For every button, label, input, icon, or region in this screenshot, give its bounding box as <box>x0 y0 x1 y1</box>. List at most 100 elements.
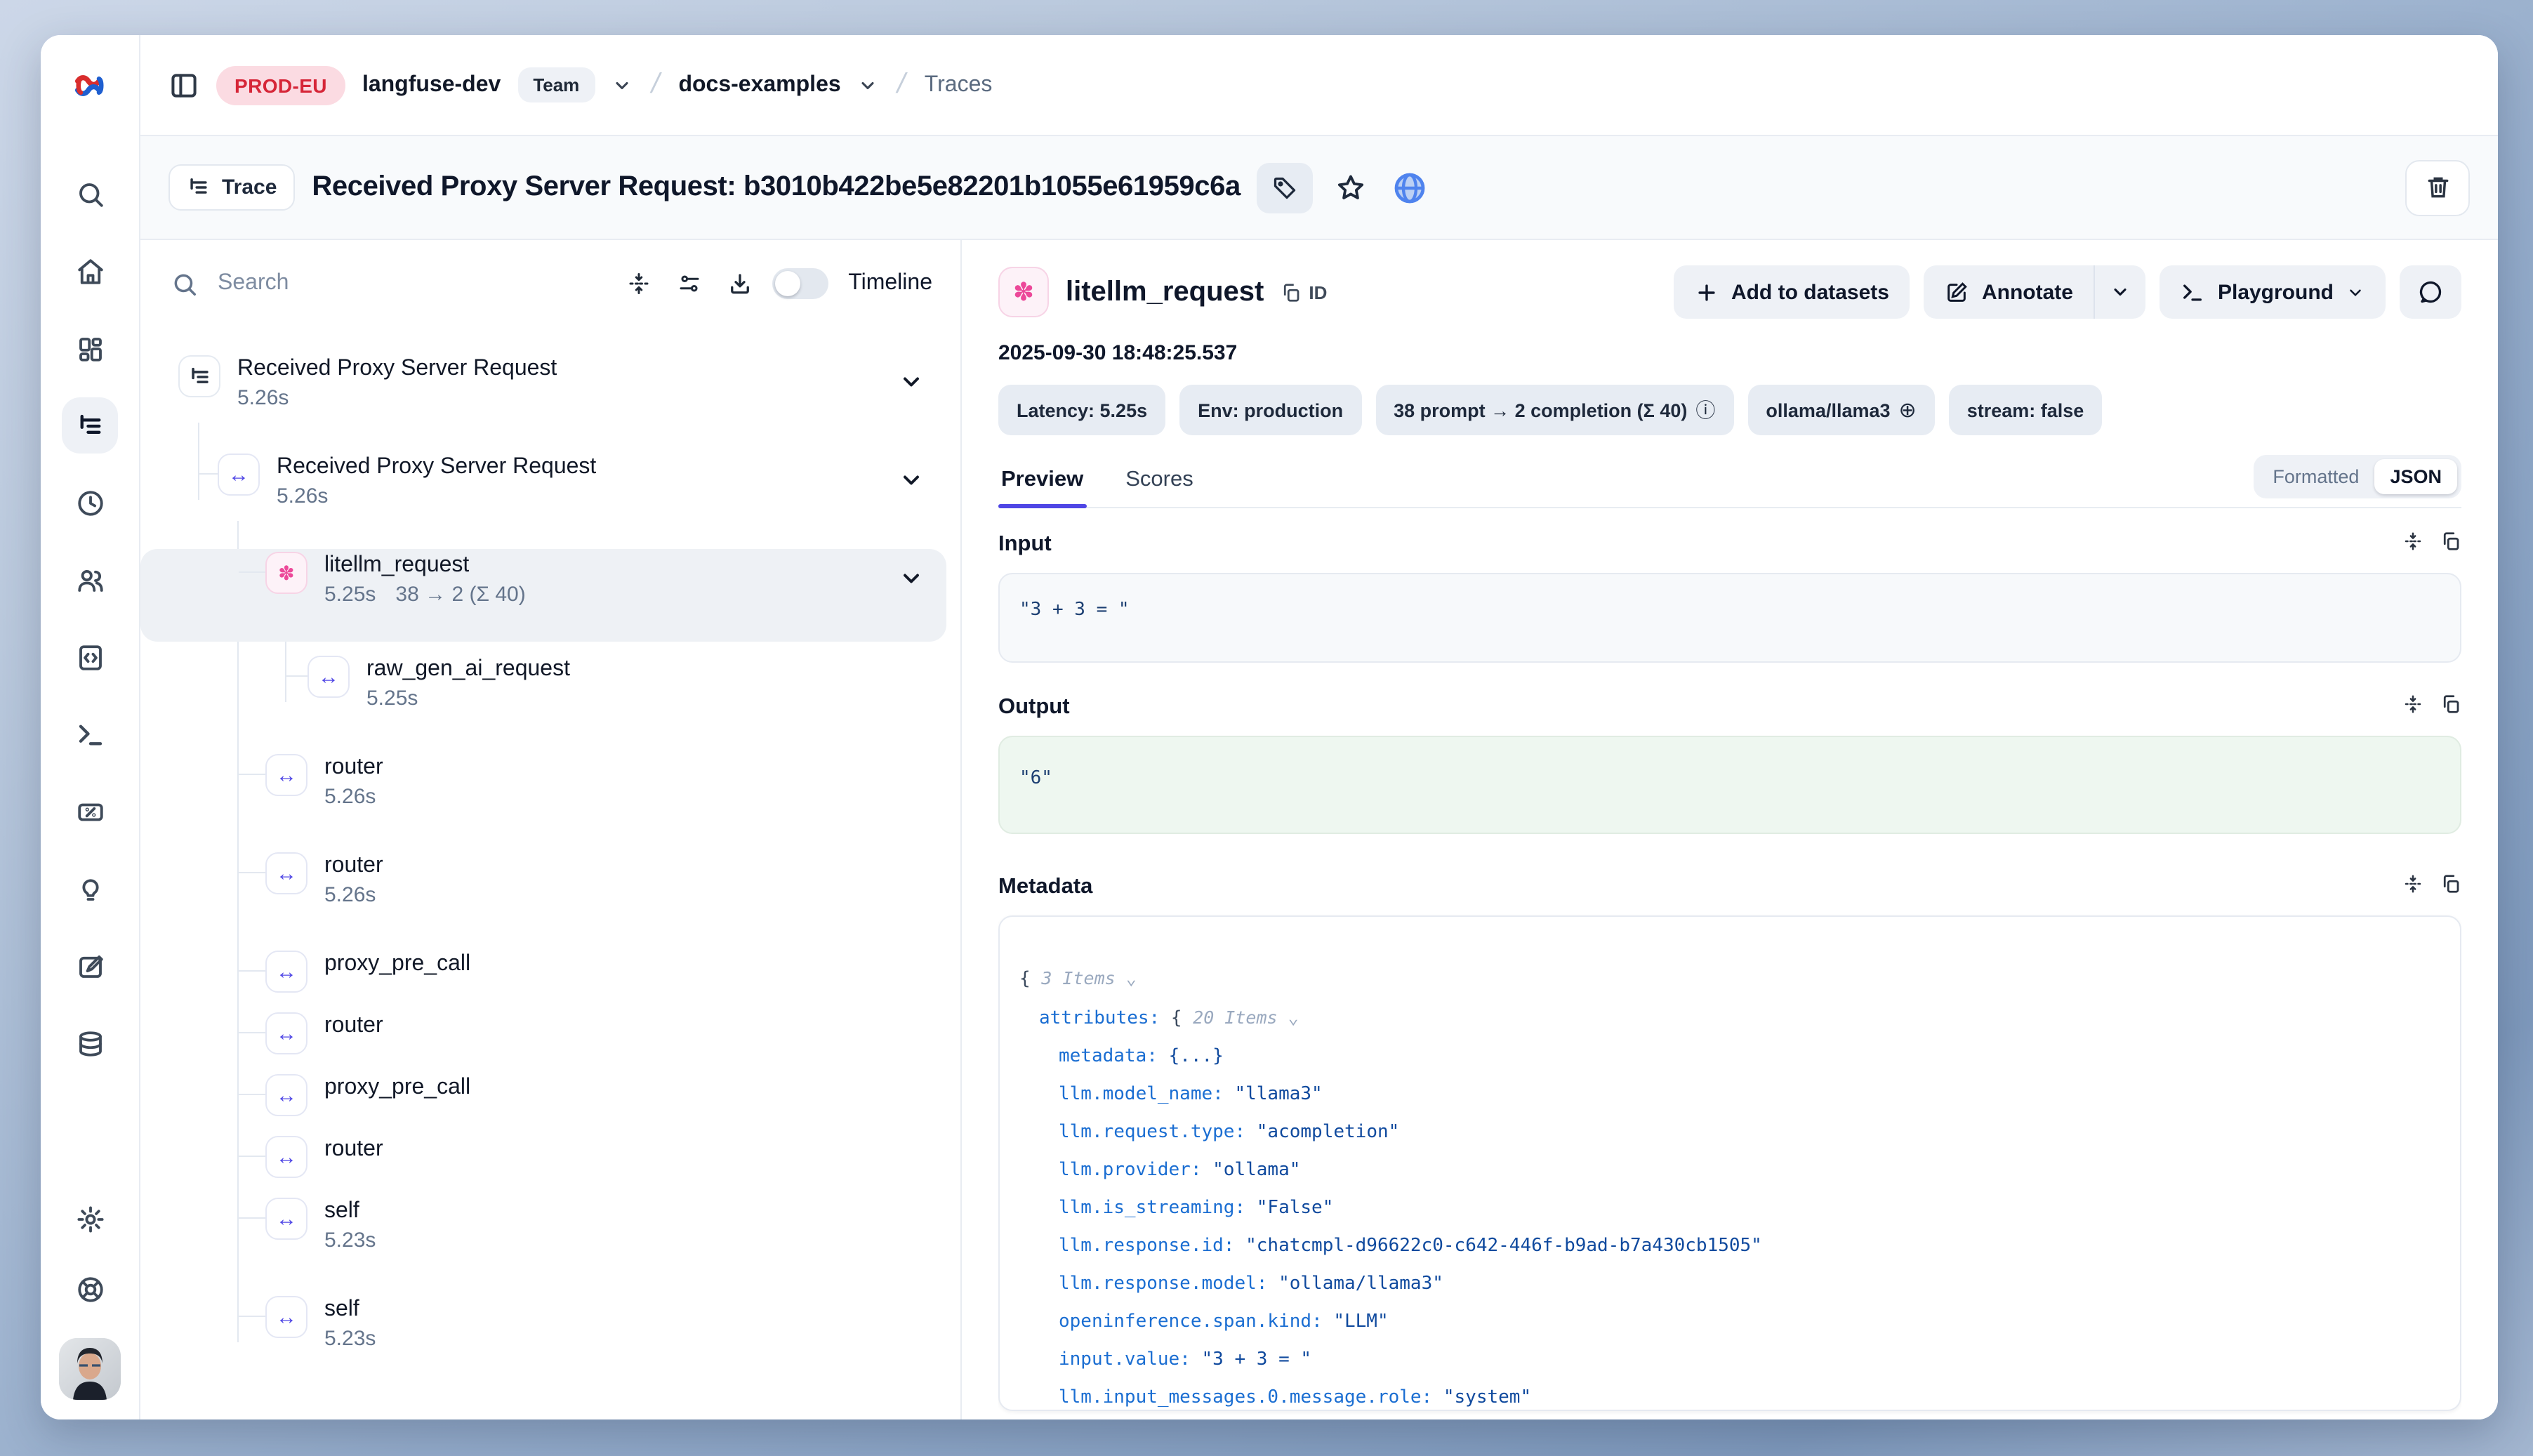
add-to-datasets-button[interactable]: Add to datasets <box>1674 265 1910 319</box>
output-heading: Output <box>998 695 1070 720</box>
chevron-down-icon[interactable] <box>858 75 878 95</box>
tag-button[interactable] <box>1257 162 1314 213</box>
rail-nav <box>69 173 111 1064</box>
node-label: raw_gen_ai_request <box>366 657 570 682</box>
format-toggle: Formatted JSON <box>2253 455 2461 498</box>
node-collapse-chevron[interactable] <box>899 468 924 500</box>
sidebar-item-tracing[interactable] <box>69 404 111 446</box>
comments-button[interactable] <box>2400 265 2461 319</box>
node-type-icon: ↔ <box>265 852 307 894</box>
app-window: PROD-EU langfuse-dev Team / docs-example… <box>41 35 2498 1419</box>
metric-badge: Env: production <box>1179 385 1361 435</box>
timeline-toggle[interactable] <box>772 268 828 299</box>
chevron-down-icon[interactable] <box>611 75 631 95</box>
tree-node-row[interactable]: ↔ router <box>140 1010 946 1060</box>
sidebar-item-dashboard[interactable] <box>69 327 111 369</box>
sidebar-item-sessions[interactable] <box>69 482 111 524</box>
collapse-section-icon[interactable] <box>2402 873 2423 901</box>
annotate-split-button: Annotate <box>1924 265 2146 319</box>
copy-id-button[interactable]: ID <box>1281 282 1327 303</box>
tree-search-input[interactable]: Search <box>218 271 289 296</box>
sidebar-item-annotation[interactable] <box>69 945 111 987</box>
tree-node-row[interactable]: ✽ litellm_request 5.25s 38 → 2 (Σ 40) <box>140 549 946 642</box>
tree-node-row[interactable]: ↔ proxy_pre_call <box>140 948 946 998</box>
sidebar-item-playground[interactable] <box>69 713 111 755</box>
tree-node-row[interactable]: ↔ self 5.23s <box>140 1195 946 1282</box>
langfuse-logo[interactable] <box>41 35 139 136</box>
support-icon[interactable] <box>69 1268 111 1310</box>
star-button[interactable] <box>1330 166 1373 209</box>
output-content: "6" <box>998 736 2461 834</box>
node-type-icon: ↔ <box>265 1296 307 1338</box>
public-globe-button[interactable] <box>1389 166 1431 209</box>
copy-section-icon[interactable] <box>2440 873 2461 901</box>
trace-type-chip: Trace <box>168 164 295 211</box>
sidebar-toggle-icon[interactable] <box>168 70 199 100</box>
trash-icon <box>2424 174 2451 201</box>
sidebar-item-evaluators[interactable] <box>69 790 111 833</box>
tree-connector <box>199 473 218 475</box>
view-settings-button[interactable] <box>677 271 702 296</box>
tree-connector <box>239 970 265 972</box>
tree-node-row[interactable]: ↔ router <box>140 1133 946 1184</box>
annotate-button[interactable]: Annotate <box>1924 265 2096 319</box>
node-duration: 5.23s <box>324 1229 376 1252</box>
detail-scroll-area[interactable]: Input "3 + 3 = " Output <box>998 508 2461 1419</box>
tree-toolbar: Search Timeline <box>140 240 960 327</box>
avatar[interactable] <box>59 1338 121 1400</box>
playground-button[interactable]: Playground <box>2160 265 2386 319</box>
input-section-header: Input <box>998 531 2461 559</box>
annotate-menu-button[interactable] <box>2096 265 2146 319</box>
globe-icon <box>1394 171 1427 204</box>
tree-node-row[interactable]: ↔ Received Proxy Server Request 5.26s <box>140 451 946 538</box>
sidebar-item-users[interactable] <box>69 559 111 601</box>
tree-node-row[interactable]: ↔ router 5.26s <box>140 849 946 937</box>
tab-scores[interactable]: Scores <box>1123 456 1196 507</box>
sidebar-item-home[interactable] <box>69 250 111 292</box>
tree-node-row[interactable]: ↔ router 5.26s <box>140 751 946 838</box>
tree-node-row[interactable]: ↔ raw_gen_ai_request 5.25s <box>140 653 946 740</box>
node-label: proxy_pre_call <box>324 1076 470 1101</box>
breadcrumb-org[interactable]: langfuse-dev <box>362 72 501 98</box>
delete-trace-button[interactable] <box>2405 159 2470 216</box>
metadata-section-header: Metadata <box>998 873 2461 901</box>
collapse-section-icon[interactable] <box>2402 694 2423 722</box>
json-line: llm.input_messages.0.message.role: "syst… <box>1019 1379 2440 1411</box>
breadcrumb-section[interactable]: Traces <box>925 72 993 98</box>
tree-connector <box>286 675 307 677</box>
node-collapse-chevron[interactable] <box>899 566 924 598</box>
node-type-icon <box>178 355 220 397</box>
metric-badge: ollama/llama3⊕ <box>1747 385 1934 435</box>
collapse-all-button[interactable] <box>626 271 652 296</box>
node-collapse-chevron[interactable] <box>899 369 924 402</box>
settings-icon[interactable] <box>69 1198 111 1240</box>
tree-connector <box>239 1032 265 1033</box>
node-label: litellm_request <box>324 553 526 578</box>
comment-bubble-icon <box>2418 279 2443 305</box>
collapse-section-icon[interactable] <box>2402 531 2423 559</box>
download-button[interactable] <box>727 271 753 296</box>
sidebar-item-insights[interactable] <box>69 868 111 910</box>
format-option-formatted[interactable]: Formatted <box>2257 459 2374 494</box>
node-label: self <box>324 1297 395 1323</box>
tree-node-row[interactable]: ↔ self 5.23s <box>140 1293 946 1380</box>
copy-section-icon[interactable] <box>2440 531 2461 559</box>
metadata-json-viewer[interactable]: { 3 Items ⌄attributes: { 20 Items ⌄metad… <box>998 915 2461 1411</box>
copy-section-icon[interactable] <box>2440 694 2461 722</box>
tree-node-row[interactable]: ↔ proxy_pre_call <box>140 1071 946 1122</box>
node-type-icon: ✽ <box>265 552 307 594</box>
input-heading: Input <box>998 532 1052 557</box>
json-line: openinference.span.kind: "LLM" <box>1019 1303 2440 1341</box>
observation-detail-panel: ✽ litellm_request ID Add to datasets <box>962 240 2498 1419</box>
tab-preview[interactable]: Preview <box>998 456 1086 507</box>
json-line: { 3 Items ⌄ <box>1019 959 2440 998</box>
node-label: router <box>324 1014 383 1039</box>
sidebar-item-prompts[interactable] <box>69 636 111 678</box>
sidebar-item-search[interactable] <box>69 173 111 215</box>
node-label: router <box>324 755 395 781</box>
node-duration: 5.26s <box>324 785 376 809</box>
tree-node-row[interactable]: Received Proxy Server Request 5.26s <box>140 352 946 439</box>
format-option-json[interactable]: JSON <box>2374 459 2457 494</box>
breadcrumb-project[interactable]: docs-examples <box>678 72 840 98</box>
sidebar-item-datasets[interactable] <box>69 1022 111 1064</box>
